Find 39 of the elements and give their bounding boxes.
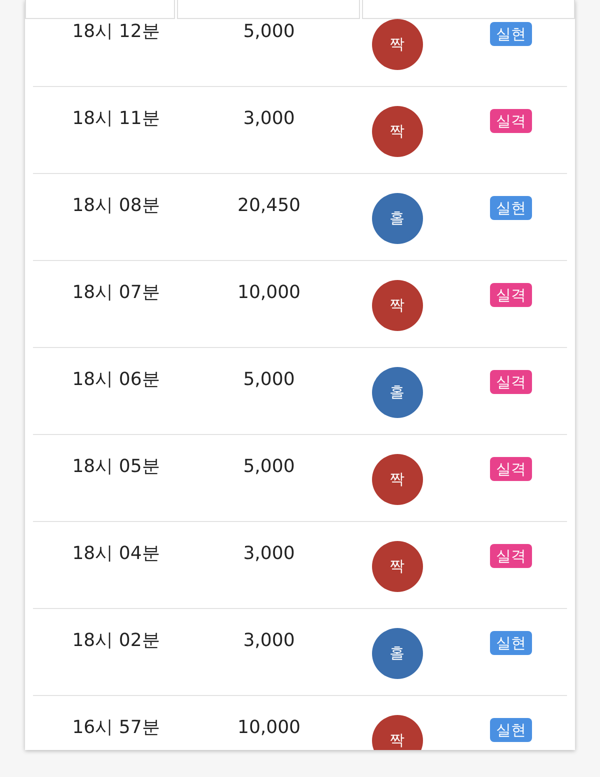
- time-text: 18시 08분: [72, 194, 160, 218]
- amount-text: 3,000: [243, 107, 295, 131]
- time-text: 18시 02분: [72, 629, 160, 653]
- amount-text: 3,000: [243, 629, 295, 653]
- amount-text: 3,000: [243, 542, 295, 566]
- result-ball: 짝: [372, 280, 422, 331]
- result-ball: 짝: [372, 106, 422, 157]
- status-tag: 실격: [490, 109, 532, 133]
- tab[interactable]: [362, 0, 575, 19]
- amount-text: 20,450: [238, 194, 300, 218]
- result-ball: 짝: [372, 454, 422, 505]
- tab[interactable]: [177, 0, 360, 19]
- status-tag: 실격: [490, 283, 532, 307]
- result-ball: 짝: [372, 541, 422, 592]
- status-tag: 실현: [490, 631, 532, 655]
- amount-text: 5,000: [243, 20, 295, 44]
- amount-text: 10,000: [238, 716, 300, 740]
- status-tag: 실격: [490, 370, 532, 394]
- time-text: 16시 57분: [72, 716, 160, 740]
- status-tag: 실현: [490, 22, 532, 46]
- result-ball: 홀: [372, 367, 422, 418]
- time-text: 18시 06분: [72, 368, 160, 392]
- status-tag: 실격: [490, 457, 532, 481]
- time-text: 18시 11분: [72, 107, 160, 131]
- status-tag: 실격: [490, 544, 532, 568]
- result-ball: 홀: [372, 193, 422, 244]
- status-tag: 실현: [490, 718, 532, 742]
- result-ball: 짝: [372, 19, 422, 70]
- result-ball: 홀: [372, 628, 422, 679]
- time-text: 18시 05분: [72, 455, 160, 479]
- time-text: 18시 07분: [72, 281, 160, 305]
- status-tag: 실현: [490, 196, 532, 220]
- time-text: 18시 04분: [72, 542, 160, 566]
- amount-text: 10,000: [238, 281, 300, 305]
- amount-text: 5,000: [243, 368, 295, 392]
- result-ball: 짝: [372, 715, 422, 750]
- tab[interactable]: [25, 0, 175, 19]
- amount-text: 5,000: [243, 455, 295, 479]
- time-text: 18시 12분: [72, 20, 160, 44]
